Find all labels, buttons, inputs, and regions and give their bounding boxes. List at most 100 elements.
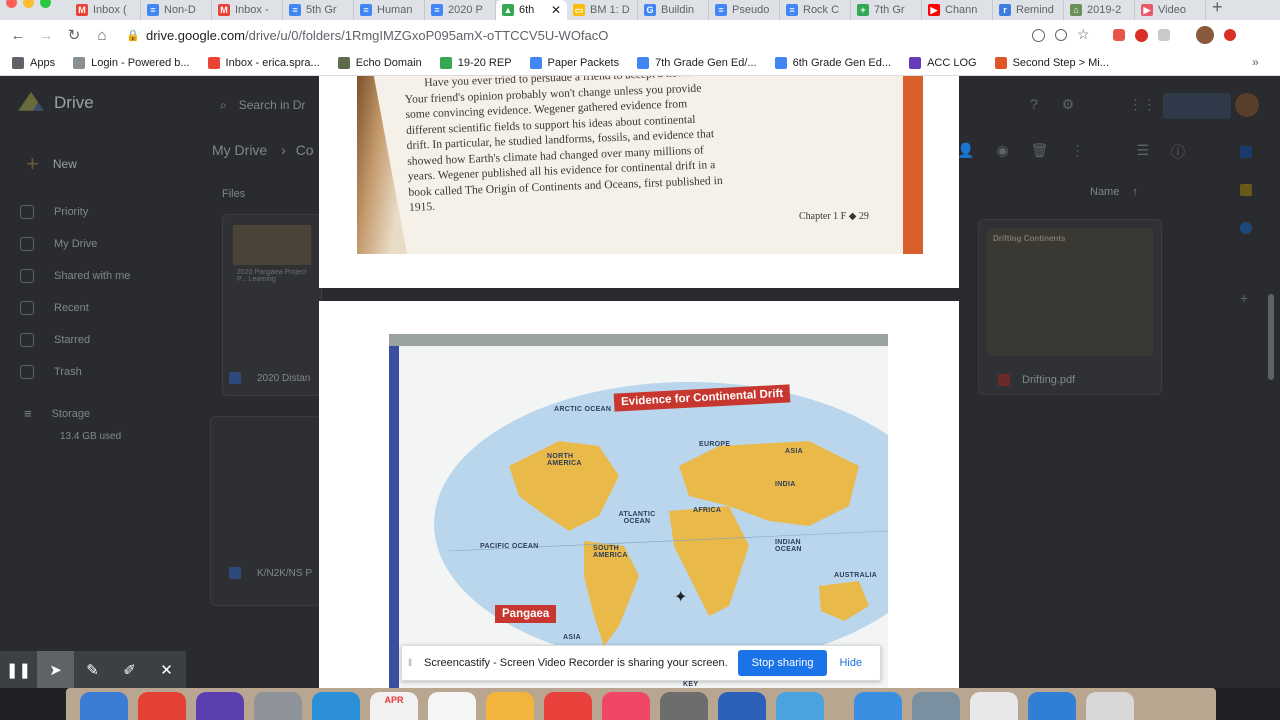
finder-icon[interactable] — [80, 692, 128, 720]
help-icon[interactable]: ? — [1030, 96, 1038, 113]
bookmark[interactable]: Login - Powered b... — [73, 56, 190, 69]
network-icon[interactable] — [854, 692, 902, 720]
new-tab-button[interactable]: + — [1212, 0, 1223, 18]
tab[interactable]: ≡ Non-D — [141, 0, 212, 20]
document-icon[interactable] — [970, 692, 1018, 720]
back-button[interactable]: ← — [4, 27, 32, 44]
sidenav-item[interactable]: Recent — [20, 292, 130, 324]
apps-grid-icon[interactable]: ⋮⋮ — [1128, 96, 1156, 113]
settings-icon[interactable]: ⚙ — [1062, 96, 1075, 113]
forward-button[interactable]: → — [32, 27, 60, 44]
preview-icon[interactable]: ◉ — [996, 142, 1008, 162]
info-icon[interactable]: ⓘ — [1171, 142, 1185, 162]
music-icon[interactable] — [602, 692, 650, 720]
sidenav-item[interactable]: Shared with me — [20, 260, 130, 292]
tab[interactable]: ▲ 6th ✕ — [496, 0, 567, 20]
close-tab-icon[interactable]: ✕ — [551, 3, 561, 17]
file-card[interactable]: K/N2K/NS P — [210, 416, 322, 606]
chrome-icon[interactable] — [138, 692, 186, 720]
drive-logo[interactable]: Drive — [18, 92, 94, 114]
tab[interactable]: G Buildin — [638, 0, 709, 20]
tab[interactable]: M Inbox - — [212, 0, 283, 20]
tab[interactable]: ≡ 2020 P — [425, 0, 496, 20]
list-view-icon[interactable]: ☰ — [1136, 142, 1149, 162]
breadcrumb-current[interactable]: Co — [296, 142, 314, 158]
address-bar[interactable]: 🔒 drive.google.com/drive/u/0/folders/1Rm… — [126, 23, 1086, 47]
photos-icon[interactable] — [486, 692, 534, 720]
bookmark[interactable]: Apps — [12, 56, 55, 69]
cursor-icon[interactable]: ➤ — [37, 651, 74, 688]
close-window-button[interactable] — [6, 0, 17, 8]
tab[interactable]: +7th Gr — [851, 0, 922, 20]
bookmark[interactable]: Paper Packets — [529, 56, 619, 69]
drive-search[interactable]: ⌕ Search in Dr — [212, 88, 322, 122]
pause-icon[interactable]: ❚❚ — [0, 651, 37, 688]
downloads-icon[interactable] — [1028, 692, 1076, 720]
highlighter-icon[interactable]: ✐ — [111, 651, 148, 688]
tab[interactable]: ≡ Pseudo — [709, 0, 780, 20]
tab[interactable]: ≡ Human — [354, 0, 425, 20]
word-icon[interactable] — [718, 692, 766, 720]
extension-icon[interactable] — [1158, 29, 1170, 41]
profile-avatar[interactable] — [1196, 26, 1214, 44]
more-icon[interactable]: ⋮ — [1070, 142, 1084, 162]
bookmarks-more-button[interactable]: » — [1252, 55, 1259, 69]
sidenav-item[interactable]: Starred — [20, 324, 130, 356]
calendar-icon[interactable] — [1240, 146, 1252, 158]
bookmark[interactable]: Inbox - erica.spra... — [207, 56, 320, 69]
new-button[interactable]: + New — [12, 146, 112, 182]
maximize-window-button[interactable] — [40, 0, 51, 8]
name-sort[interactable]: Name ↑ — [1090, 186, 1138, 198]
scrollbar[interactable] — [1268, 294, 1274, 380]
tab[interactable]: r Remind — [993, 0, 1064, 20]
preview-app-icon[interactable] — [912, 692, 960, 720]
tab[interactable]: ▶ Video — [1135, 0, 1206, 20]
keep-icon[interactable] — [1240, 184, 1252, 196]
tasks-icon[interactable] — [1240, 222, 1252, 234]
siri-icon[interactable] — [196, 692, 244, 720]
bookmark[interactable]: 6th Grade Gen Ed... — [774, 56, 891, 69]
bookmark[interactable]: ACC LOG — [909, 56, 977, 69]
account-avatar[interactable] — [1235, 93, 1259, 117]
breadcrumb-root[interactable]: My Drive — [212, 142, 267, 158]
tab[interactable]: ≡ Rock C — [780, 0, 851, 20]
home-button[interactable]: ⌂ — [88, 27, 116, 44]
tab[interactable]: ▭ BM 1: D — [567, 0, 638, 20]
tab[interactable]: ≡ 5th Gr — [283, 0, 354, 20]
tab[interactable]: ▶ Chann — [922, 0, 993, 20]
trash-can-icon[interactable] — [1086, 692, 1134, 720]
tab[interactable]: ⌂ 2019-2 — [1064, 0, 1135, 20]
bookmark[interactable]: Echo Domain — [337, 56, 422, 69]
close-icon[interactable]: ✕ — [148, 651, 185, 688]
trash-icon[interactable]: 🗑 — [1031, 142, 1049, 162]
file-card[interactable]: 2020 Pangaea Project P... Learning 2020 … — [222, 214, 322, 396]
folder-icon[interactable] — [776, 692, 824, 720]
stop-sharing-button[interactable]: Stop sharing — [737, 650, 828, 676]
sidenav-item[interactable]: Priority — [20, 196, 130, 228]
screencastify-extension-icon[interactable] — [1113, 29, 1125, 41]
bookmark[interactable]: Second Step > Mi... — [994, 56, 1109, 69]
launchpad-icon[interactable] — [254, 692, 302, 720]
bookmark[interactable]: 19-20 REP — [439, 56, 512, 69]
zoom-icon[interactable] — [1055, 29, 1067, 41]
star-icon[interactable]: ☆ — [1077, 27, 1093, 43]
safari-icon[interactable] — [312, 692, 360, 720]
hide-button[interactable]: Hide — [839, 657, 862, 669]
adblock-extension-icon[interactable] — [1135, 28, 1148, 42]
add-addon-icon[interactable]: + — [1240, 290, 1252, 306]
notes-icon[interactable] — [428, 692, 476, 720]
bookmark[interactable]: 7th Grade Gen Ed/... — [637, 56, 757, 69]
pdf-file-card[interactable]: Drifting Continents — [978, 219, 1162, 395]
news-icon[interactable] — [544, 692, 592, 720]
sidenav-item[interactable]: Trash — [20, 356, 130, 388]
pen-icon[interactable]: ✎ — [74, 651, 111, 688]
install-icon[interactable] — [1032, 28, 1045, 42]
share-icon[interactable]: 👤 — [957, 142, 974, 162]
calendar-icon[interactable]: APR — [370, 692, 418, 720]
reload-button[interactable]: ↻ — [60, 26, 88, 44]
chrome-menu-icon[interactable] — [1224, 29, 1236, 41]
drag-handle-icon[interactable]: ‖ — [402, 658, 416, 669]
tab[interactable]: M Inbox ( — [70, 0, 141, 20]
minimize-window-button[interactable] — [23, 0, 34, 8]
calculator-icon[interactable] — [660, 692, 708, 720]
